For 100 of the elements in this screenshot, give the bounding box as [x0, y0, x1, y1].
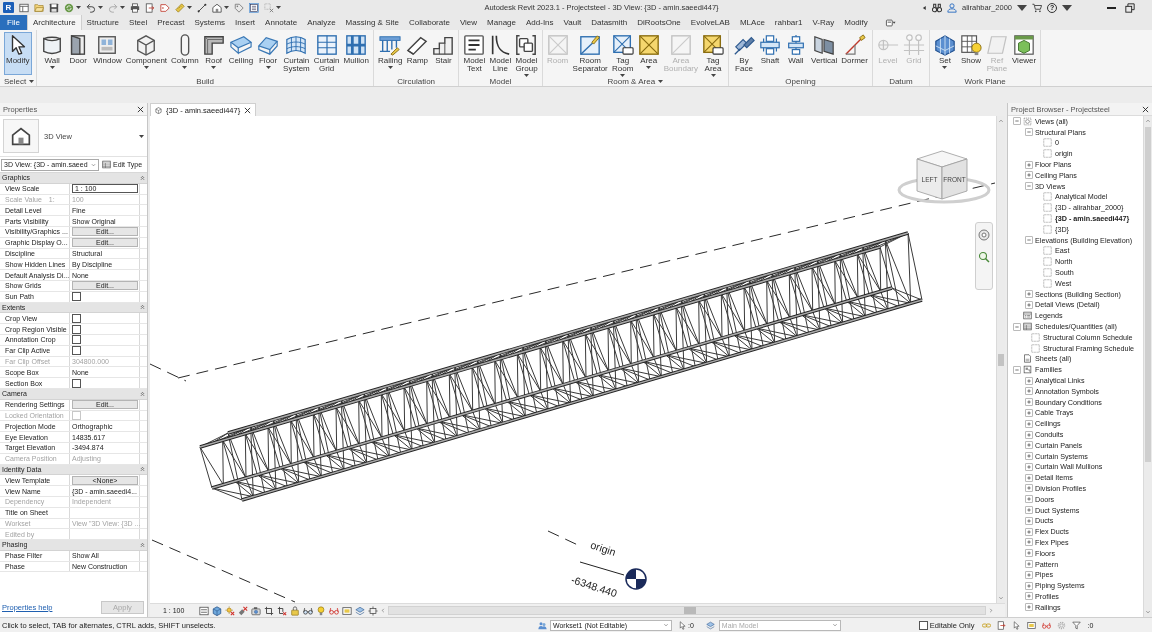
ribbon-button[interactable]: Ramp — [404, 32, 431, 66]
checkbox[interactable] — [72, 292, 81, 302]
plus-box-icon[interactable] — [1025, 516, 1033, 525]
chev-right-icon[interactable] — [989, 607, 993, 614]
ribbon-button[interactable]: Dormer — [839, 32, 870, 66]
chev2-up-icon[interactable] — [140, 304, 145, 311]
plus-box-icon[interactable] — [1025, 549, 1033, 558]
ribbon-tab[interactable]: Structure — [81, 15, 125, 30]
checkbox[interactable] — [72, 335, 81, 345]
checkbox[interactable] — [72, 324, 81, 334]
panel-title[interactable]: Room & Area — [607, 77, 656, 86]
ribbon-button[interactable]: Window — [91, 32, 124, 66]
caret-down-icon[interactable] — [1062, 2, 1072, 13]
scrollbar-thumb[interactable] — [684, 607, 696, 614]
app-logo[interactable]: R — [3, 2, 14, 13]
save-icon[interactable] — [49, 2, 59, 13]
people-icon[interactable] — [538, 620, 547, 630]
ribbon-button[interactable]: Wall — [39, 32, 66, 70]
minus-box-icon[interactable] — [1025, 182, 1033, 191]
sun-off-icon[interactable] — [225, 605, 235, 616]
cursor-icon[interactable] — [678, 620, 687, 630]
panel-title[interactable]: Select — [4, 76, 27, 86]
ribbon-button[interactable]: Curtain Grid — [311, 32, 342, 74]
plus-box-icon[interactable] — [1025, 376, 1033, 385]
bulb-icon[interactable] — [316, 605, 326, 616]
plus-box-icon[interactable] — [1025, 484, 1033, 493]
minus-box-icon[interactable] — [1013, 322, 1021, 331]
ribbon-tab[interactable]: Datasmith — [586, 15, 633, 30]
minimize-icon[interactable] — [1107, 6, 1116, 9]
shadow-off-icon[interactable] — [238, 605, 248, 616]
ribbon-button[interactable]: Viewer — [1009, 32, 1039, 66]
caret-down-icon[interactable] — [658, 80, 664, 83]
ribbon-button[interactable]: Ceiling — [226, 32, 256, 66]
plus-box-icon[interactable] — [1025, 441, 1033, 450]
scrollbar-thumb[interactable] — [1145, 127, 1151, 462]
plus-box-icon[interactable] — [1025, 419, 1033, 428]
ribbon-tab[interactable]: DiRootsOne — [632, 15, 686, 30]
crop-icon[interactable] — [264, 605, 274, 616]
plus-box-icon[interactable] — [1025, 452, 1033, 461]
ribbon-tab[interactable]: Add-Ins — [521, 15, 559, 30]
chev-up-icon[interactable] — [1145, 119, 1151, 123]
caret-down-icon[interactable] — [29, 79, 35, 83]
ribbon-button[interactable]: Show — [957, 32, 984, 66]
lines-box-icon[interactable] — [199, 605, 209, 616]
chev-left-icon[interactable] — [381, 607, 385, 614]
cart-icon[interactable] — [1032, 2, 1042, 13]
ribbon-tab[interactable]: Annotate — [260, 15, 303, 30]
export-icon[interactable] — [997, 620, 1007, 630]
glasses-off-icon[interactable] — [1042, 620, 1052, 630]
ribbon-button[interactable]: Mullion — [341, 32, 371, 66]
ribbon-tab[interactable]: Steel — [124, 15, 153, 30]
plus-box-icon[interactable] — [1025, 603, 1033, 612]
checkbox[interactable] — [72, 378, 81, 388]
checkbox[interactable] — [918, 620, 928, 630]
plus-box-icon[interactable] — [1025, 592, 1033, 601]
ribbon-tab[interactable]: EvolveLAB — [685, 15, 735, 30]
chev2-up-icon[interactable] — [140, 390, 145, 397]
ribbon-tab[interactable]: Architecture — [26, 15, 82, 30]
ribbon-button[interactable]: Component — [123, 32, 170, 70]
house-icon[interactable] — [212, 2, 222, 13]
ribbon-tab[interactable]: MLAce — [734, 15, 770, 30]
ribbon-button[interactable]: Tag Room — [609, 32, 636, 78]
chev2-up-icon[interactable] — [140, 466, 145, 473]
line-icon[interactable] — [197, 2, 207, 13]
glasses-off-icon[interactable] — [329, 605, 339, 616]
minus-box-icon[interactable] — [1013, 117, 1021, 126]
plus-box-icon[interactable] — [1025, 430, 1033, 439]
chev-down-icon[interactable] — [1145, 610, 1151, 614]
plus-box-icon[interactable] — [1025, 538, 1033, 547]
ribbon-tab[interactable]: Analyze — [302, 15, 341, 30]
caret-down-icon[interactable] — [120, 6, 125, 9]
ribbon-tab[interactable]: View — [454, 15, 483, 30]
ribbon-button[interactable]: Model Line — [487, 32, 514, 74]
file-tab[interactable]: File — [0, 15, 27, 30]
plus-box-icon[interactable] — [1025, 408, 1033, 417]
plus-box-icon[interactable] — [1025, 300, 1033, 309]
window-list-icon[interactable] — [249, 2, 259, 13]
ribbon-tab[interactable]: Modify — [839, 15, 873, 30]
plus-box-icon[interactable] — [1025, 290, 1033, 299]
ribbon-tab[interactable]: Massing & Site — [340, 15, 404, 30]
chev-down-icon[interactable] — [998, 596, 1004, 600]
ribbon-button[interactable]: Stair — [430, 32, 457, 66]
gear-icon[interactable] — [1057, 620, 1067, 630]
restore-icon[interactable] — [1125, 2, 1135, 13]
caret-down-icon[interactable] — [98, 6, 103, 9]
plus-box-icon[interactable] — [1025, 506, 1033, 515]
layers-icon[interactable] — [355, 605, 365, 616]
chain-icon[interactable] — [982, 620, 992, 630]
frame-icon[interactable] — [342, 605, 352, 616]
plus-box-icon[interactable] — [1025, 527, 1033, 536]
close-icon[interactable] — [137, 105, 144, 113]
triangle-left-icon[interactable] — [921, 4, 927, 11]
print-icon[interactable] — [130, 2, 140, 13]
shaded-cube-icon[interactable] — [212, 605, 222, 616]
chev-up-icon[interactable] — [998, 119, 1004, 123]
ribbon-button[interactable]: Shaft — [757, 32, 783, 66]
minus-box-icon[interactable] — [1025, 128, 1033, 137]
ribbon-tab[interactable]: rahbar1 — [769, 15, 808, 30]
ribbon-button[interactable]: Door — [65, 32, 92, 66]
ribbon-button[interactable]: Model Text — [461, 32, 488, 74]
